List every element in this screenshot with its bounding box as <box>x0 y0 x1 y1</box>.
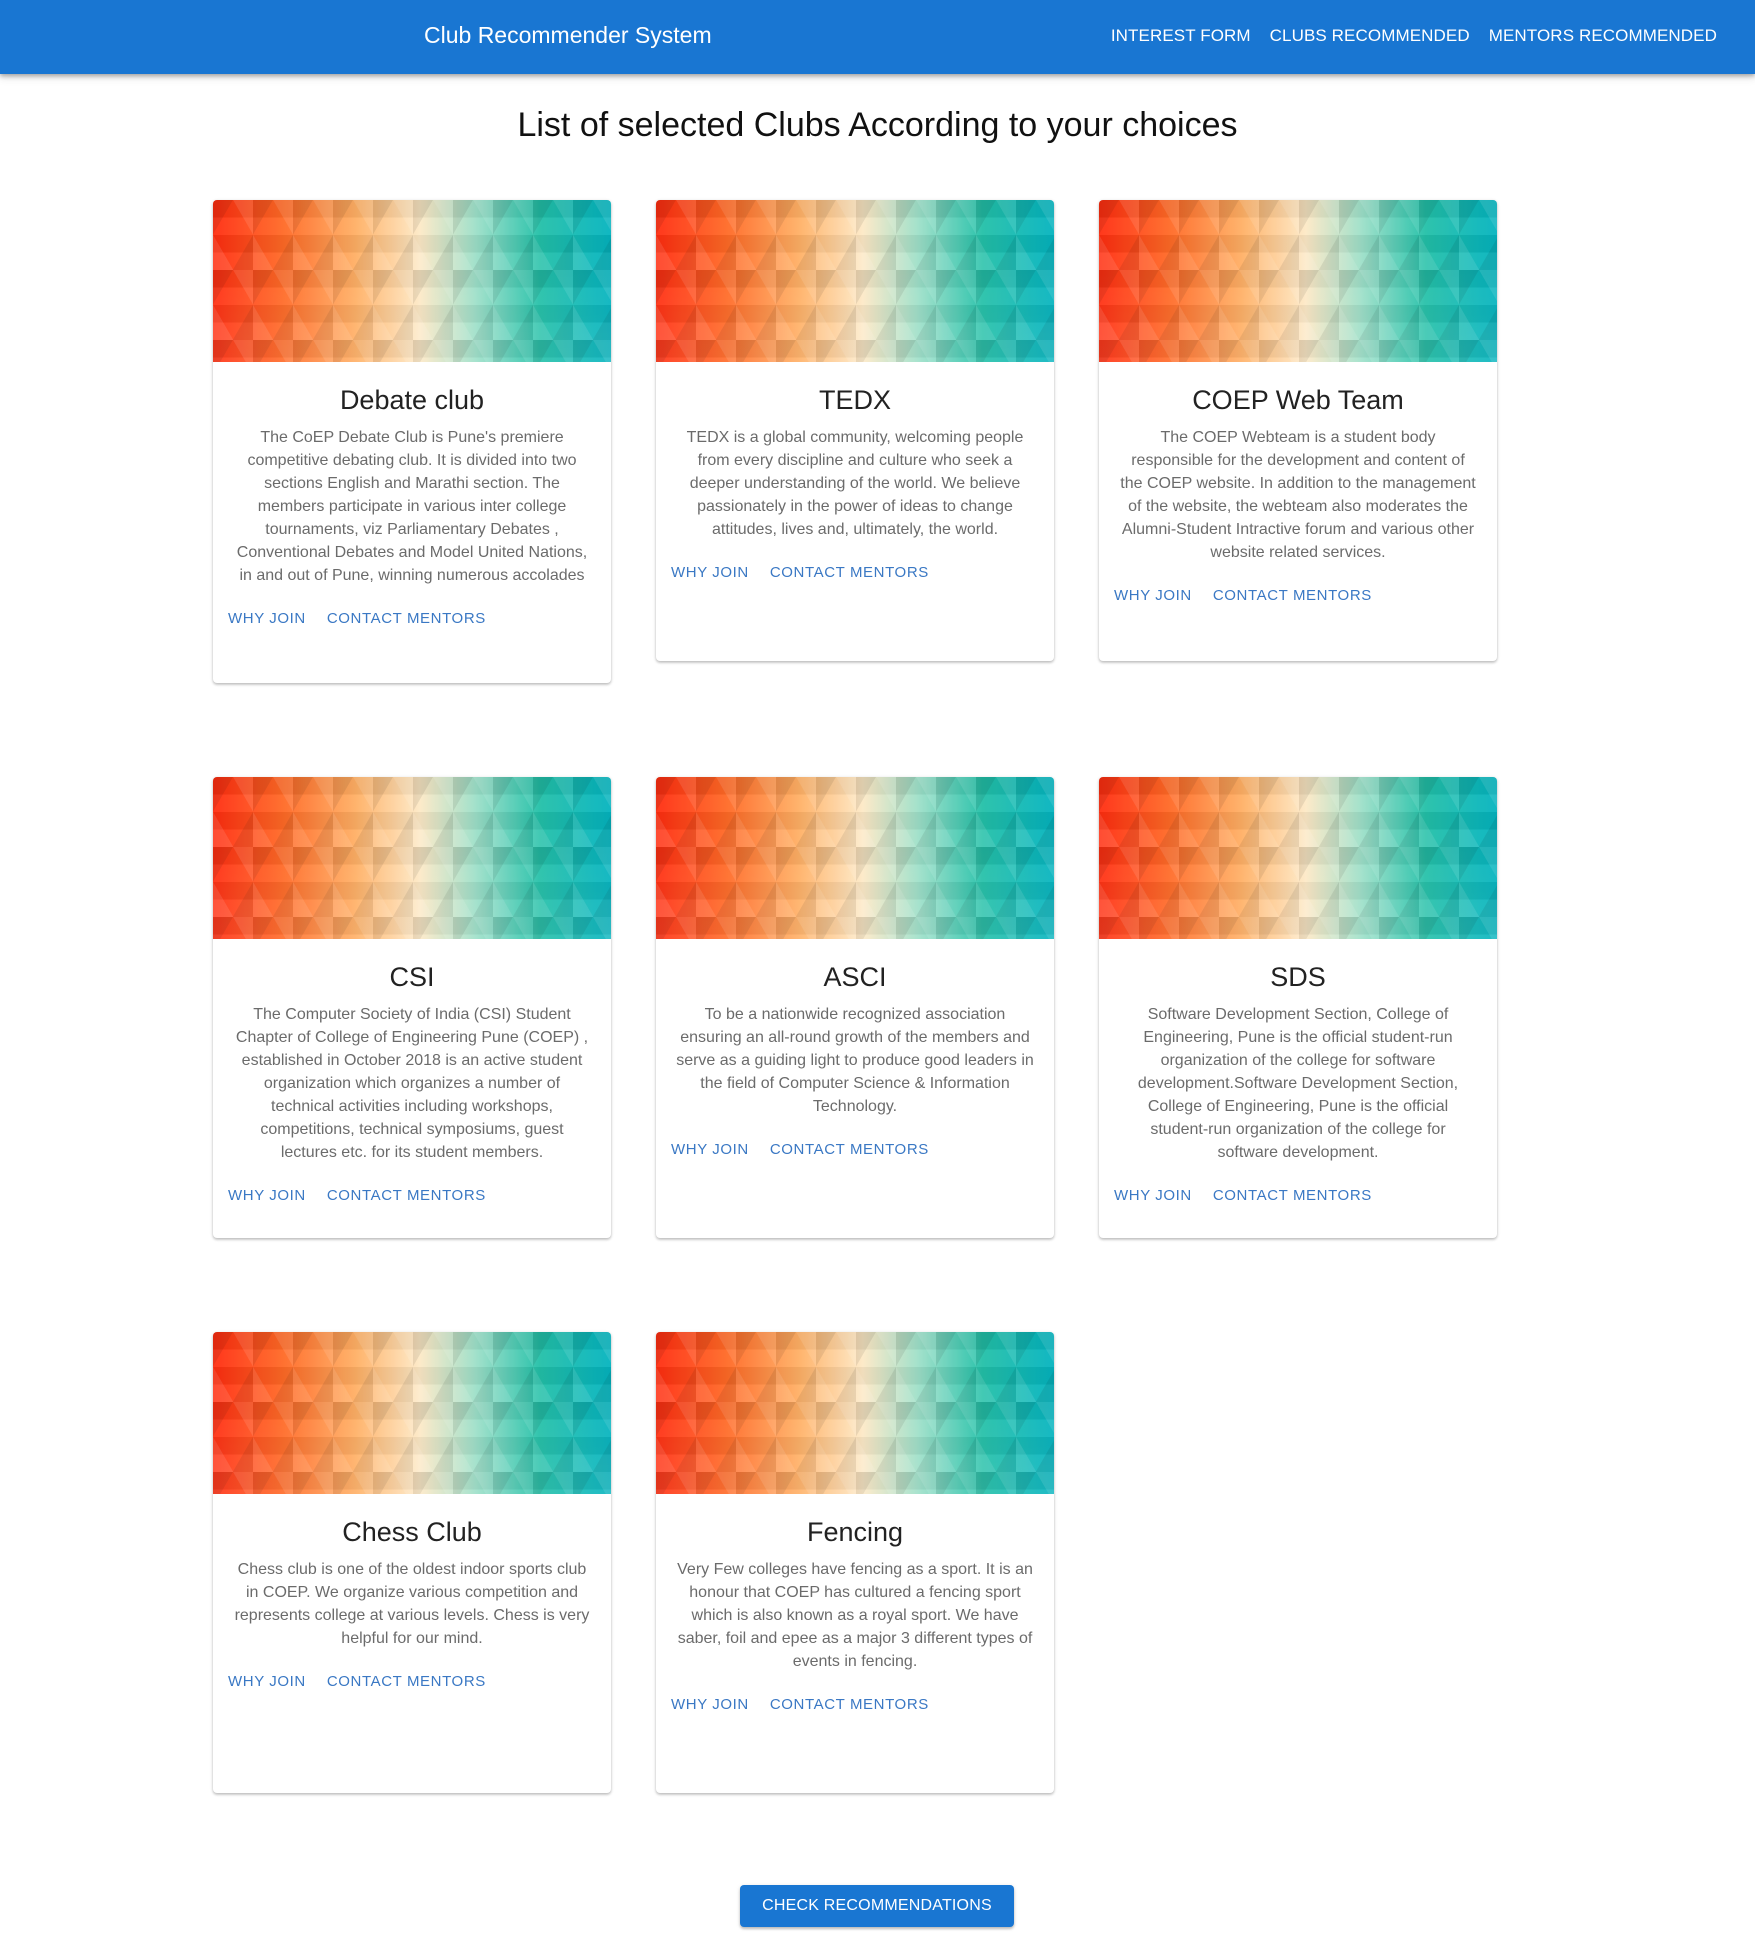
club-card-coep-web-team: COEP Web Team The COEP Webteam is a stud… <box>1099 200 1497 661</box>
card-description: To be a nationwide recognized associatio… <box>676 1006 1034 1115</box>
club-card-asci: ASCI To be a nationwide recognized assoc… <box>656 777 1054 1238</box>
why-join-button[interactable]: WHY JOIN <box>1114 587 1192 604</box>
card-title: CSI <box>389 962 435 992</box>
contact-mentors-button[interactable]: CONTACT MENTORS <box>1213 587 1372 604</box>
contact-mentors-button[interactable]: CONTACT MENTORS <box>327 1673 486 1690</box>
app-title: Club Recommender System <box>424 22 712 48</box>
contact-mentors-button[interactable]: CONTACT MENTORS <box>327 1187 486 1204</box>
why-join-button[interactable]: WHY JOIN <box>1114 1187 1192 1204</box>
card-banner-image <box>213 200 611 362</box>
why-join-button[interactable]: WHY JOIN <box>671 1141 749 1158</box>
top-nav: INTEREST FORM CLUBS RECOMMENDED MENTORS … <box>1092 26 1717 46</box>
club-card-debate: Debate club The CoEP Debate Club is Pune… <box>213 200 611 683</box>
page-title: List of selected Clubs According to your… <box>517 106 1238 144</box>
card-actions: WHY JOIN CONTACT MENTORS <box>1099 587 1497 604</box>
contact-mentors-button[interactable]: CONTACT MENTORS <box>327 610 486 627</box>
contact-mentors-button[interactable]: CONTACT MENTORS <box>1213 1187 1372 1204</box>
card-description: The Computer Society of India (CSI) Stud… <box>235 1006 589 1161</box>
card-description: TEDX is a global community, welcoming pe… <box>686 429 1024 538</box>
card-title: Fencing <box>806 1517 904 1547</box>
contact-mentors-button[interactable]: CONTACT MENTORS <box>770 1696 929 1713</box>
card-actions: WHY JOIN CONTACT MENTORS <box>656 1696 1054 1713</box>
why-join-button[interactable]: WHY JOIN <box>228 1187 306 1204</box>
card-description: The CoEP Debate Club is Pune's premiere … <box>236 429 588 584</box>
contact-mentors-button[interactable]: CONTACT MENTORS <box>770 564 929 581</box>
club-card-tedx: TEDX TEDX is a global community, welcomi… <box>656 200 1054 661</box>
app-bar: Club Recommender System INTEREST FORM CL… <box>0 0 1755 74</box>
card-title: ASCI <box>823 962 887 992</box>
card-title: Chess Club <box>342 1517 482 1547</box>
club-card-fencing: Fencing Very Few colleges have fencing a… <box>656 1332 1054 1793</box>
card-title: SDS <box>1270 962 1326 992</box>
nav-mentors-recommended[interactable]: MENTORS RECOMMENDED <box>1489 26 1717 46</box>
card-actions: WHY JOIN CONTACT MENTORS <box>213 610 611 627</box>
why-join-button[interactable]: WHY JOIN <box>671 564 749 581</box>
card-banner-image <box>656 200 1054 362</box>
card-title: TEDX <box>818 385 891 415</box>
card-actions: WHY JOIN CONTACT MENTORS <box>656 564 1054 581</box>
card-banner-image <box>1099 200 1497 362</box>
why-join-button[interactable]: WHY JOIN <box>228 610 306 627</box>
card-actions: WHY JOIN CONTACT MENTORS <box>213 1187 611 1204</box>
check-recommendations-button[interactable]: CHECK RECOMMENDATIONS <box>740 1885 1014 1927</box>
why-join-button[interactable]: WHY JOIN <box>671 1696 749 1713</box>
card-description: Software Development Section, College of… <box>1137 1006 1459 1161</box>
card-title: COEP Web Team <box>1192 385 1404 415</box>
nav-interest-form[interactable]: INTEREST FORM <box>1111 26 1251 46</box>
card-description: Chess club is one of the oldest indoor s… <box>234 1561 590 1647</box>
card-description: The COEP Webteam is a student body respo… <box>1120 429 1476 561</box>
card-banner-image <box>1099 777 1497 939</box>
card-banner-image <box>656 777 1054 939</box>
card-title: Debate club <box>339 385 485 415</box>
nav-clubs-recommended[interactable]: CLUBS RECOMMENDED <box>1270 26 1470 46</box>
card-banner-image <box>213 1332 611 1494</box>
card-banner-image <box>656 1332 1054 1494</box>
card-actions: WHY JOIN CONTACT MENTORS <box>656 1141 1054 1158</box>
club-card-chess: Chess Club Chess club is one of the olde… <box>213 1332 611 1793</box>
card-description: Very Few colleges have fencing as a spor… <box>677 1561 1033 1670</box>
club-card-csi: CSI The Computer Society of India (CSI) … <box>213 777 611 1238</box>
card-actions: WHY JOIN CONTACT MENTORS <box>1099 1187 1497 1204</box>
card-banner-image <box>213 777 611 939</box>
contact-mentors-button[interactable]: CONTACT MENTORS <box>770 1141 929 1158</box>
why-join-button[interactable]: WHY JOIN <box>228 1673 306 1690</box>
club-card-sds: SDS Software Development Section, Colleg… <box>1099 777 1497 1238</box>
card-actions: WHY JOIN CONTACT MENTORS <box>213 1673 611 1690</box>
